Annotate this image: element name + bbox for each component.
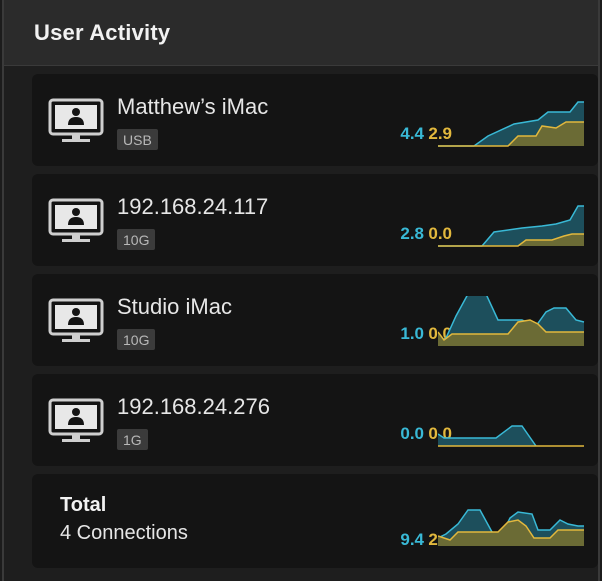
activity-value-blue: 4.4	[400, 124, 424, 143]
device-name: Matthew’s iMac	[117, 94, 269, 119]
connection-row[interactable]: Matthew’s iMac USB 4.4 2.9	[32, 74, 598, 166]
connection-type-badge: 1G	[117, 429, 148, 450]
total-title: Total	[60, 494, 107, 516]
total-connections: 4 Connections	[60, 522, 188, 544]
computer-user-icon	[48, 198, 104, 242]
connection-type-badge: 10G	[117, 229, 156, 250]
activity-sparkline	[438, 509, 584, 546]
activity-sparkline	[438, 425, 584, 447]
activity-value-blue: 0.0	[400, 424, 424, 443]
activity-sparkline	[438, 296, 585, 346]
connection-row[interactable]: Studio iMac 10G 1.0 0.0	[32, 274, 598, 366]
activity-value-blue: 2.8	[400, 224, 424, 243]
activity-sparkline	[438, 205, 584, 247]
panel-header: User Activity	[4, 0, 598, 66]
activity-sparkline	[438, 101, 584, 147]
user-activity-panel: User Activity Matthew’s iMac USB 4.4 2.9	[2, 0, 600, 581]
connection-row[interactable]: 192.168.24.117 10G 2.8 0.0	[32, 174, 598, 266]
computer-user-icon	[48, 298, 104, 342]
panel-title: User Activity	[34, 20, 171, 45]
total-row: Total 4 Connections 9.4 2.9	[32, 474, 598, 568]
computer-user-icon	[48, 98, 104, 142]
device-name: Studio iMac	[117, 294, 232, 319]
computer-user-icon	[48, 398, 104, 442]
connection-row[interactable]: 192.168.24.276 1G 0.0 0.0	[32, 374, 598, 466]
activity-value-blue: 1.0	[400, 324, 424, 343]
total-value-blue: 9.4	[400, 530, 424, 549]
connection-type-badge: 10G	[117, 329, 156, 350]
connection-type-badge: USB	[117, 129, 158, 150]
device-name: 192.168.24.276	[117, 394, 270, 419]
device-name: 192.168.24.117	[117, 194, 269, 219]
